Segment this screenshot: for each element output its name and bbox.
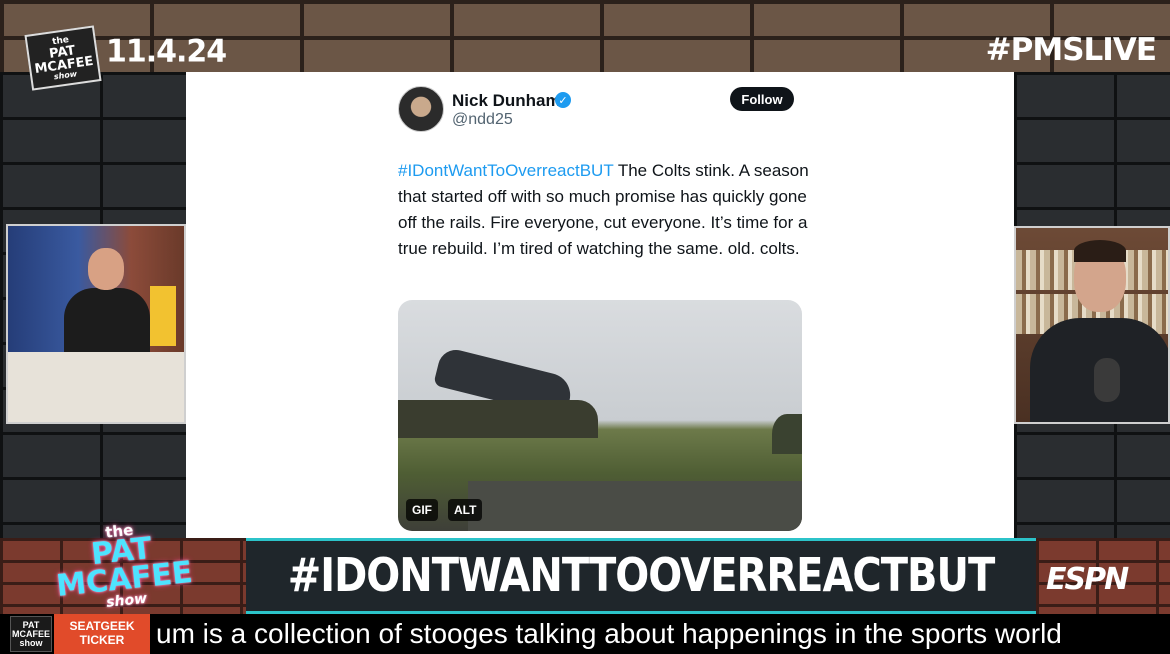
tweet-hashtag-link[interactable]: #IDontWantToOverreactBUT: [398, 161, 613, 180]
guest-hair: [1074, 240, 1126, 262]
neon-logo-show: show: [105, 590, 148, 611]
sponsor-name: SEATGEEK: [69, 619, 135, 634]
show-logo-neon: the PAT MCAFEE show: [55, 514, 194, 618]
author-avatar[interactable]: [398, 86, 444, 132]
alt-badge[interactable]: ALT: [448, 499, 483, 521]
ticker-logo-show: show: [19, 637, 43, 648]
author-name[interactable]: Nick Dunham: [452, 91, 561, 111]
host-video-left: [6, 224, 186, 424]
gif-tree-shape: [772, 414, 802, 454]
live-hashtag: #PMSLIVE: [985, 32, 1157, 68]
tweet-media-gif[interactable]: GIF ALT: [398, 300, 802, 531]
sponsor-label: TICKER: [79, 633, 125, 647]
headline-text: #IDONTWANTTOOVERREACTBUT: [287, 549, 996, 603]
host-head: [88, 248, 124, 290]
verified-badge-icon: ✓: [555, 92, 571, 108]
author-handle[interactable]: @ndd25: [452, 111, 513, 129]
logo-text-show: show: [53, 68, 78, 81]
ticker-text: um is a collection of stooges talking ab…: [156, 618, 1062, 649]
gif-cliff-shape: [468, 481, 802, 531]
lower-third-banner: #IDONTWANTTOOVERREACTBUT: [246, 538, 1036, 614]
follow-button[interactable]: Follow: [730, 87, 794, 111]
news-ticker: PAT MCAFEE show SEATGEEK TICKER um is a …: [0, 614, 1170, 654]
gif-trees-shape: [398, 400, 598, 438]
tweet-card: Nick Dunham ✓ @ndd25 Follow #IDontWantTo…: [186, 72, 1014, 538]
tweet-text: #IDontWantToOverreactBUT The Colts stink…: [398, 158, 818, 262]
studio-desk: [8, 352, 184, 422]
show-logo-small: the PAT MCAFEE show: [24, 25, 102, 91]
microphone-icon: [1094, 358, 1120, 402]
host-figure: [60, 248, 156, 378]
guest-video-right: [1014, 226, 1170, 424]
broadcast-date: 11.4.24: [106, 33, 227, 70]
yellow-jersey: [150, 286, 176, 346]
ticker-show-logo: PAT MCAFEE show: [10, 616, 52, 652]
espn-logo: ESPN: [1046, 562, 1129, 597]
ticker-sponsor-badge: SEATGEEK TICKER: [54, 614, 150, 654]
gif-badge: GIF: [406, 499, 438, 521]
